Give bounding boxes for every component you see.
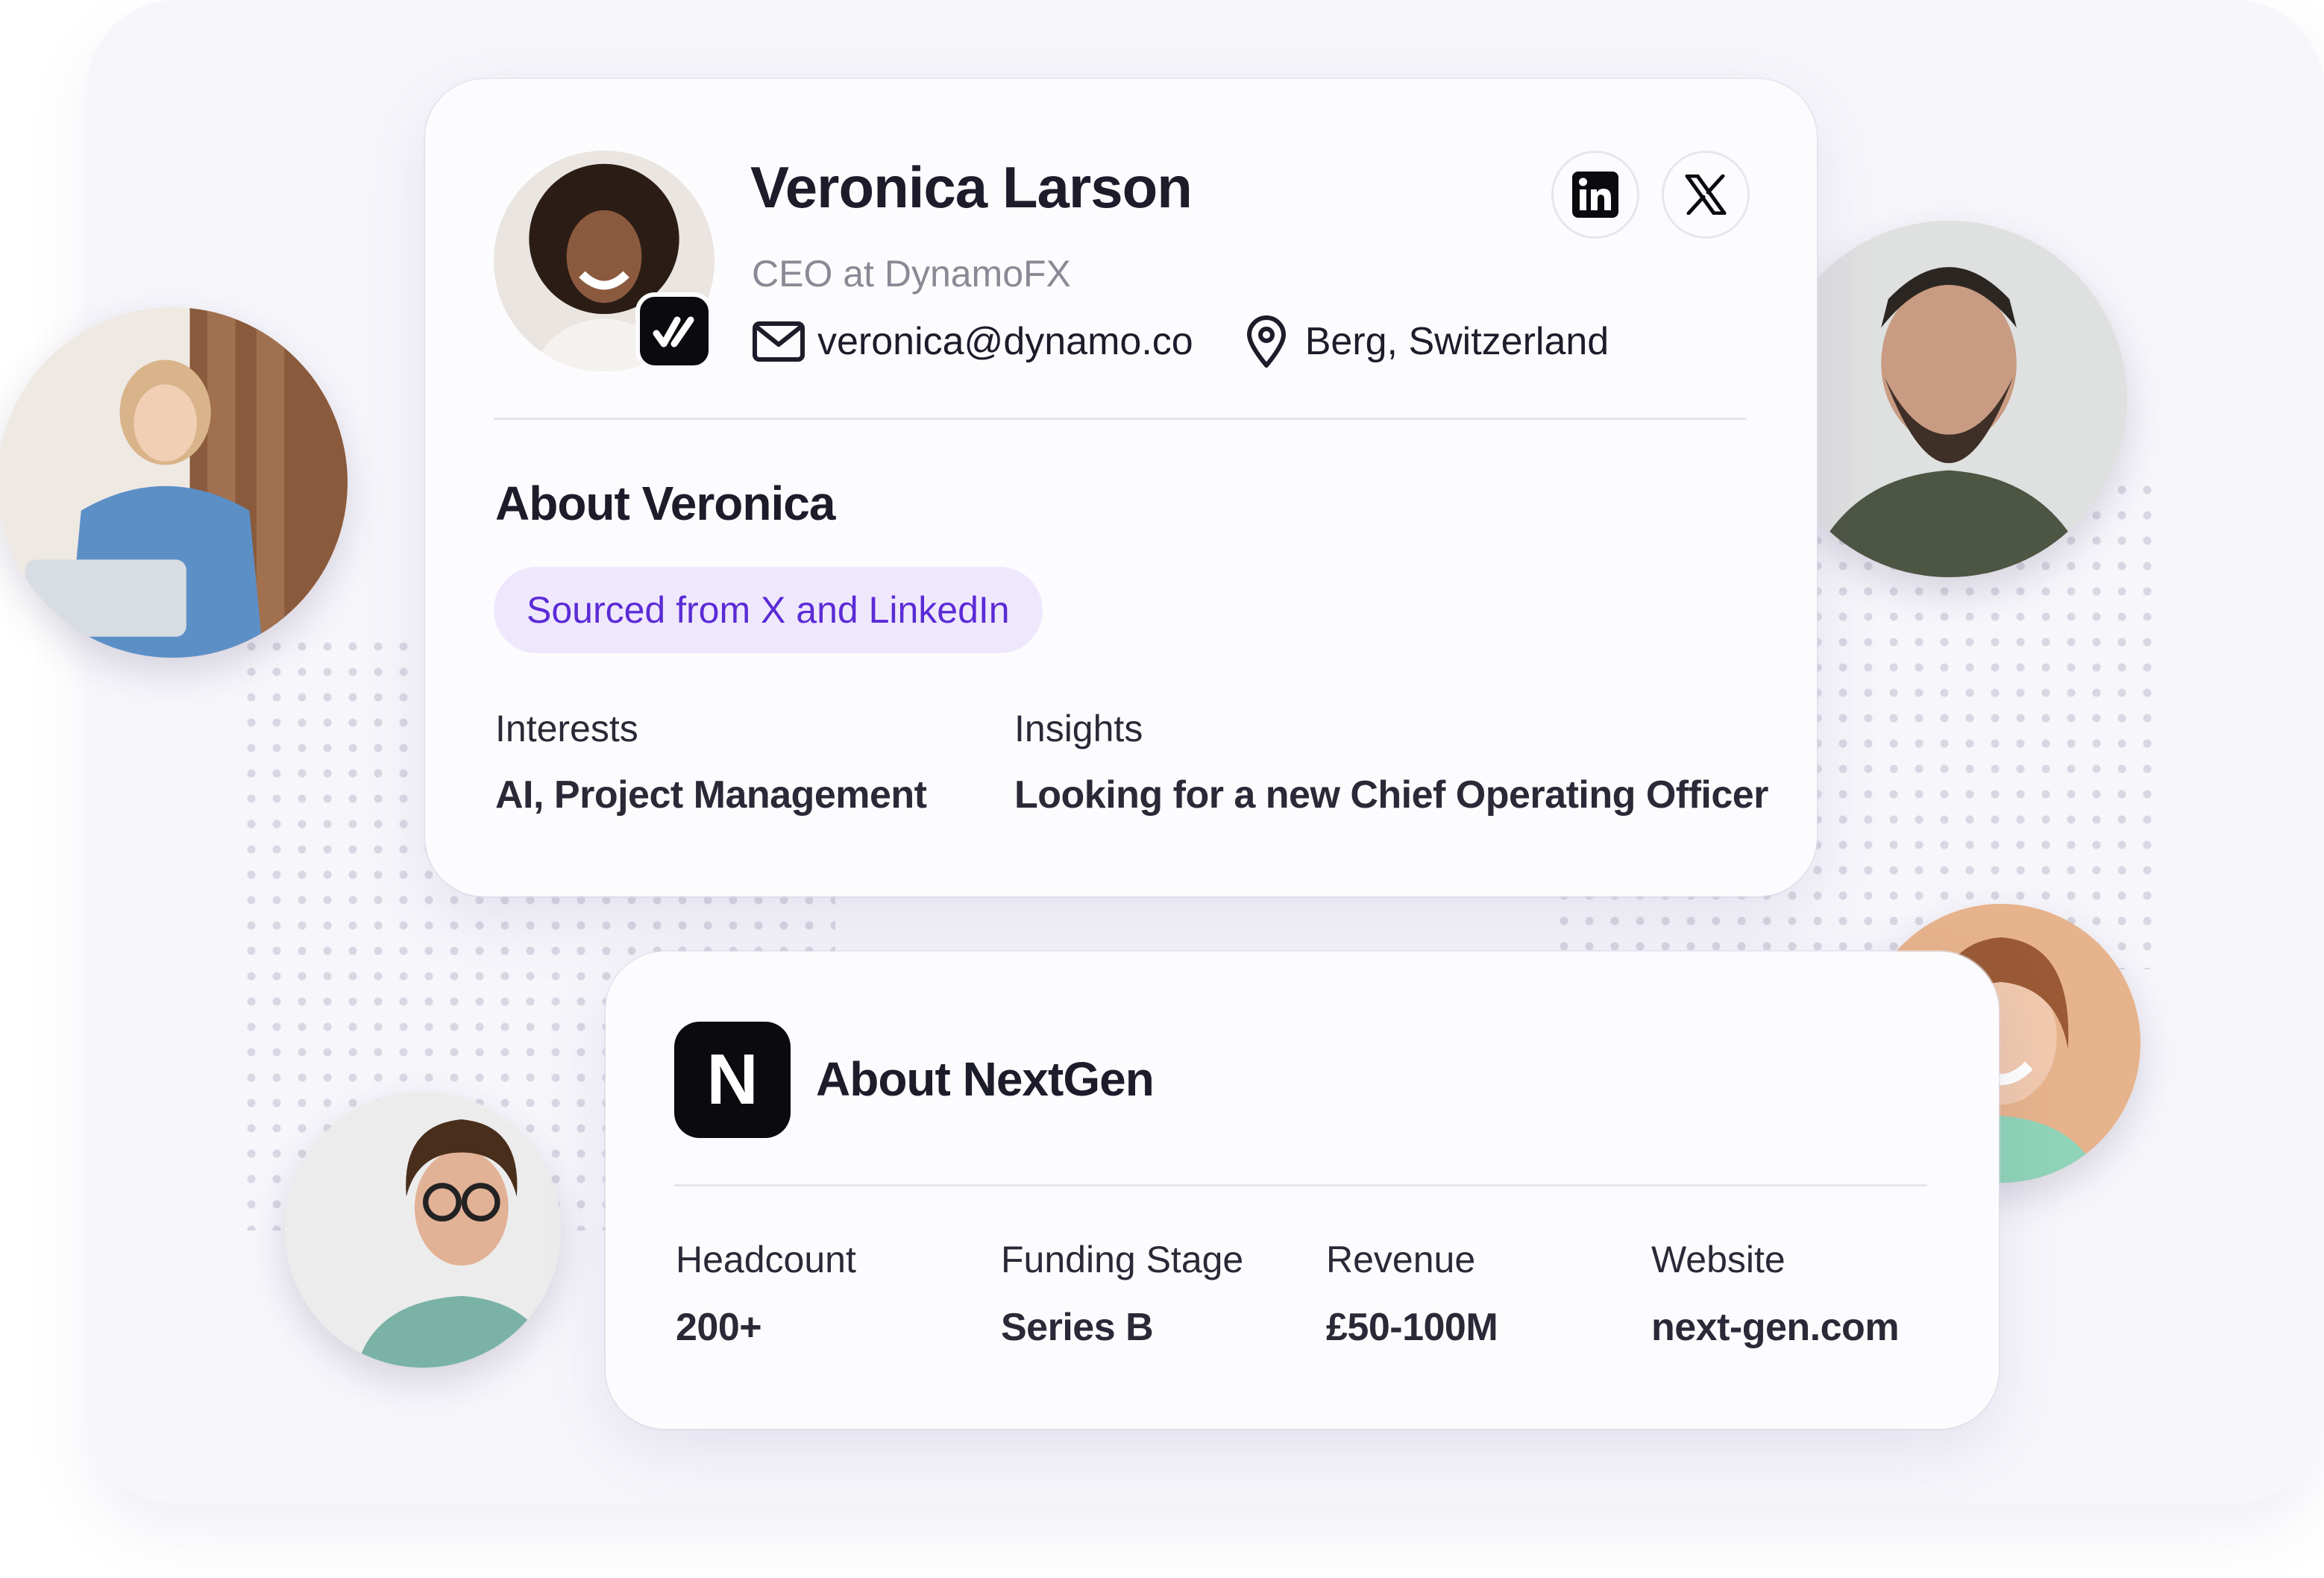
linkedin-button[interactable] (1551, 151, 1639, 239)
email-text: veronica@dynamo.co (817, 320, 1193, 363)
about-company-title: About NextGen (816, 1052, 1155, 1106)
profile-name: Veronica Larson (750, 154, 1193, 220)
website-label: Website (1651, 1239, 1786, 1280)
avatar-bearded-man (1771, 221, 2127, 577)
insights-label: Insights (1014, 708, 1143, 749)
x-button[interactable] (1662, 151, 1750, 239)
mail-icon (750, 317, 807, 366)
company-logo-letter: N (706, 1040, 759, 1119)
location-pin-icon (1238, 315, 1295, 368)
interests-value: AI, Project Management (495, 773, 927, 817)
profile-divider (494, 418, 1747, 420)
company-logo: N (674, 1022, 791, 1138)
location-contact: Berg, Switzerland (1238, 315, 1609, 368)
profile-role: CEO at DynamoFX (752, 253, 1071, 295)
linkedin-icon (1572, 172, 1618, 218)
funding-stage-label: Funding Stage (1001, 1239, 1244, 1280)
insights-value: Looking for a new Chief Operating Office… (1014, 773, 1768, 817)
company-divider (674, 1184, 1927, 1186)
x-icon (1685, 175, 1727, 215)
headcount-value: 200+ (676, 1306, 762, 1349)
company-card (606, 952, 1999, 1429)
website-value[interactable]: next-gen.com (1651, 1305, 1900, 1350)
source-pill-text: Sourced from X and LinkedIn (527, 589, 1010, 631)
interests-label: Interests (495, 708, 638, 749)
avatar-man-glasses (285, 1092, 561, 1368)
revenue-label: Revenue (1326, 1239, 1476, 1280)
source-pill: Sourced from X and LinkedIn (494, 567, 1043, 653)
about-person-title: About Veronica (495, 477, 835, 530)
location-text: Berg, Switzerland (1304, 320, 1609, 363)
check-badge-icon (635, 292, 713, 370)
contact-row: veronica@dynamo.co Berg, Switzerland (750, 315, 1609, 368)
avatar-woman-laptop (0, 307, 348, 658)
headcount-label: Headcount (676, 1239, 856, 1280)
revenue-value: £50-100M (1326, 1306, 1498, 1349)
email-contact[interactable]: veronica@dynamo.co (750, 317, 1193, 366)
funding-stage-value: Series B (1001, 1306, 1154, 1349)
